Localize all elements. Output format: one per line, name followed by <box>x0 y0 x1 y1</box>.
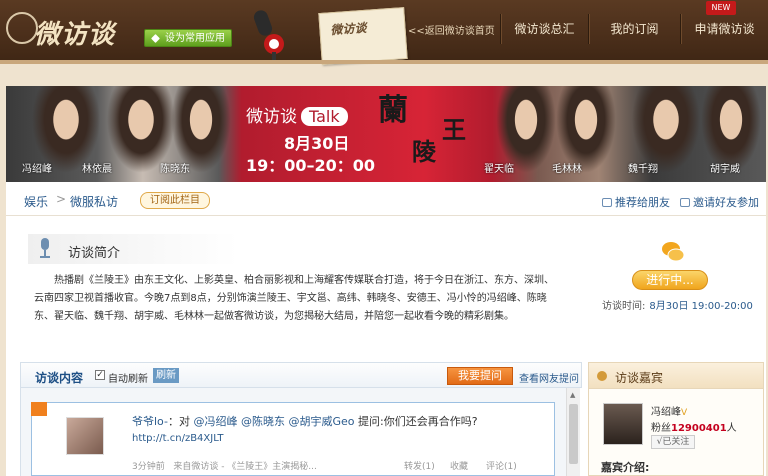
subscribe-column-button[interactable]: 订阅此栏目 <box>140 192 210 209</box>
list-item: 爷爷lo-：对 @冯绍峰 @陈晓东 @胡宇威Geo 提问:你们还会再合作吗? h… <box>31 402 555 476</box>
person-name: 陈晓东 <box>160 164 190 175</box>
intro-heading: 访谈简介 <box>68 246 121 261</box>
banner-date: 8月30日 <box>284 134 350 153</box>
banner-show-char-2: 陵 <box>412 137 436 166</box>
nav-item-subscriptions[interactable]: 我的订阅 <box>588 14 680 44</box>
post-mentions[interactable]: @冯绍峰 @陈晓东 @胡宇威Geo <box>193 415 354 428</box>
fans-unit: 人 <box>726 423 737 434</box>
post-to: ：对 <box>167 415 190 428</box>
intro-header: 访谈简介 <box>28 234 238 264</box>
post-message: 爷爷lo-：对 @冯绍峰 @陈晓东 @胡宇威Geo 提问:你们还会再合作吗? <box>132 413 478 429</box>
breadcrumb-column[interactable]: 微服私访 <box>70 193 118 210</box>
guest-heading: 访谈嘉宾 <box>615 371 664 385</box>
guest-header: 访谈嘉宾 <box>589 363 763 389</box>
person-name: 冯绍峰 <box>22 164 52 175</box>
fans-count: 12900401 <box>671 423 727 434</box>
person-name: 翟天临 <box>484 164 514 175</box>
person-name: 毛林林 <box>552 164 582 175</box>
post-user[interactable]: 爷爷lo- <box>132 415 168 428</box>
note-paper-decoration: 微访谈 <box>318 7 408 65</box>
favorite-link[interactable]: 收藏 <box>450 459 468 472</box>
banner-show-char-1: 蘭 <box>378 93 408 128</box>
invite-label: 邀请好友参加 <box>693 196 759 209</box>
feed-header: 访谈内容 ✓ 自动刷新 刷新 我要提问 查看网友提问 <box>20 362 582 388</box>
interview-time-label: 访谈时间: <box>602 301 646 312</box>
guest-panel: 访谈嘉宾 冯绍峰V 粉丝12900401人 √已关注 嘉宾介绍: <box>588 362 764 476</box>
post-source: 来自微访谈 - 《兰陵王》主演揭秘... <box>173 462 317 472</box>
nav-all-label[interactable]: 微访谈总汇 <box>501 14 588 44</box>
person-name: 林依晨 <box>82 164 112 175</box>
scroll-up-icon[interactable]: ▲ <box>570 391 575 399</box>
ask-question-button[interactable]: 我要提问 <box>447 367 513 385</box>
invite-link[interactable]: 邀请好友参加 <box>680 194 759 210</box>
recommend-icon <box>602 198 612 207</box>
post-question: 提问:你们还会再合作吗? <box>357 415 478 428</box>
nav-apply-label[interactable]: 申请微访谈 <box>681 14 768 44</box>
avatar[interactable] <box>66 417 104 455</box>
logo-text: 微访谈 <box>34 20 116 50</box>
recommend-label: 推荐给朋友 <box>615 196 670 209</box>
feed-scrollbar[interactable]: ▲ <box>566 388 580 476</box>
verified-icon: V <box>681 408 688 418</box>
refresh-button[interactable]: 刷新 <box>153 368 179 383</box>
person-name: 胡宇威 <box>710 164 740 175</box>
chat-bubble-icon <box>662 242 685 262</box>
question-corner-icon <box>31 402 47 416</box>
feed-list: 爷爷lo-：对 @冯绍峰 @陈晓东 @胡宇威Geo 提问:你们还会再合作吗? h… <box>20 388 566 476</box>
microphone-small-icon <box>40 238 50 258</box>
nav-item-apply[interactable]: 申请微访谈 <box>680 14 768 44</box>
banner-time: 19：00–20：00 <box>246 156 376 175</box>
weifangtan-logo[interactable]: 微访谈 <box>6 8 131 52</box>
back-home-link[interactable]: <<返回微访谈首页 <box>408 22 495 37</box>
recommend-link[interactable]: 推荐给朋友 <box>602 194 670 210</box>
guest-avatar[interactable] <box>603 403 643 445</box>
breadcrumb: 娱乐 > 微服私访 订阅此栏目 推荐给朋友 邀请好友参加 <box>6 182 766 216</box>
nav-subscriptions-label[interactable]: 我的订阅 <box>589 14 680 44</box>
person-name: 魏千翔 <box>628 164 658 175</box>
auto-refresh-checkbox[interactable]: ✓ <box>95 370 105 380</box>
post-time: 3分钟前 <box>132 462 165 472</box>
post-meta: 3分钟前 来自微访谈 - 《兰陵王》主演揭秘... 转发(1) 收藏 评论(1) <box>132 459 552 472</box>
talk-pill: Talk <box>301 107 348 126</box>
guest-name-row: 冯绍峰V <box>651 403 687 418</box>
banner-title-text: 微访谈 <box>246 107 297 127</box>
main-panel: 娱乐 > 微服私访 订阅此栏目 推荐给朋友 邀请好友参加 访谈简介 热播剧《兰陵… <box>6 182 766 476</box>
guest-intro-label: 嘉宾介绍: <box>601 461 650 474</box>
breadcrumb-separator: > <box>56 192 67 206</box>
banner-show-char-3: 王 <box>442 115 466 144</box>
comment-link[interactable]: 评论(1) <box>486 459 517 472</box>
set-common-app-label: 设为常用应用 <box>165 33 225 44</box>
banner-title: 微访谈 Talk <box>246 102 348 127</box>
breadcrumb-category[interactable]: 娱乐 <box>24 193 48 210</box>
guest-name[interactable]: 冯绍峰 <box>651 407 681 418</box>
feed-title: 访谈内容 <box>35 371 84 385</box>
interview-time: 访谈时间: 8月30日 19:00-20:00 <box>602 297 753 312</box>
scrollbar-thumb[interactable] <box>569 404 578 464</box>
forward-link[interactable]: 转发(1) <box>404 459 435 472</box>
paper-logo-text: 微访谈 <box>330 20 367 38</box>
plus-icon <box>151 34 160 43</box>
nav-item-all[interactable]: 微访谈总汇 <box>500 14 588 44</box>
interview-time-value: 8月30日 19:00-20:00 <box>649 301 753 312</box>
post-link[interactable]: http://t.cn/zB4XJLT <box>132 433 224 444</box>
status-badge: 进行中... <box>632 270 708 290</box>
view-questions-link[interactable]: 查看网友提问 <box>519 370 579 385</box>
interview-banner: 冯绍峰 林依晨 陈晓东 翟天临 毛林林 魏千翔 胡宇威 微访谈 Talk 8月30… <box>6 86 766 182</box>
intro-text: 热播剧《兰陵王》由东王文化、上影英皇、柏合丽影视和上海耀客传媒联合打造，将于今日… <box>34 275 554 322</box>
set-common-app-button[interactable]: 设为常用应用 <box>144 29 232 47</box>
top-header: 微访谈 设为常用应用 微访谈 <<返回微访谈首页 微访谈总汇 我的订阅 申请微访… <box>0 0 768 65</box>
guest-fans: 粉丝12900401人 <box>651 419 737 434</box>
invite-icon <box>680 198 690 207</box>
followed-button[interactable]: √已关注 <box>651 435 695 449</box>
fans-label: 粉丝 <box>651 423 671 434</box>
auto-refresh-label[interactable]: 自动刷新 <box>108 370 148 385</box>
microphone-icon <box>253 10 284 64</box>
guest-icon <box>597 371 607 381</box>
new-badge: NEW <box>706 1 736 15</box>
